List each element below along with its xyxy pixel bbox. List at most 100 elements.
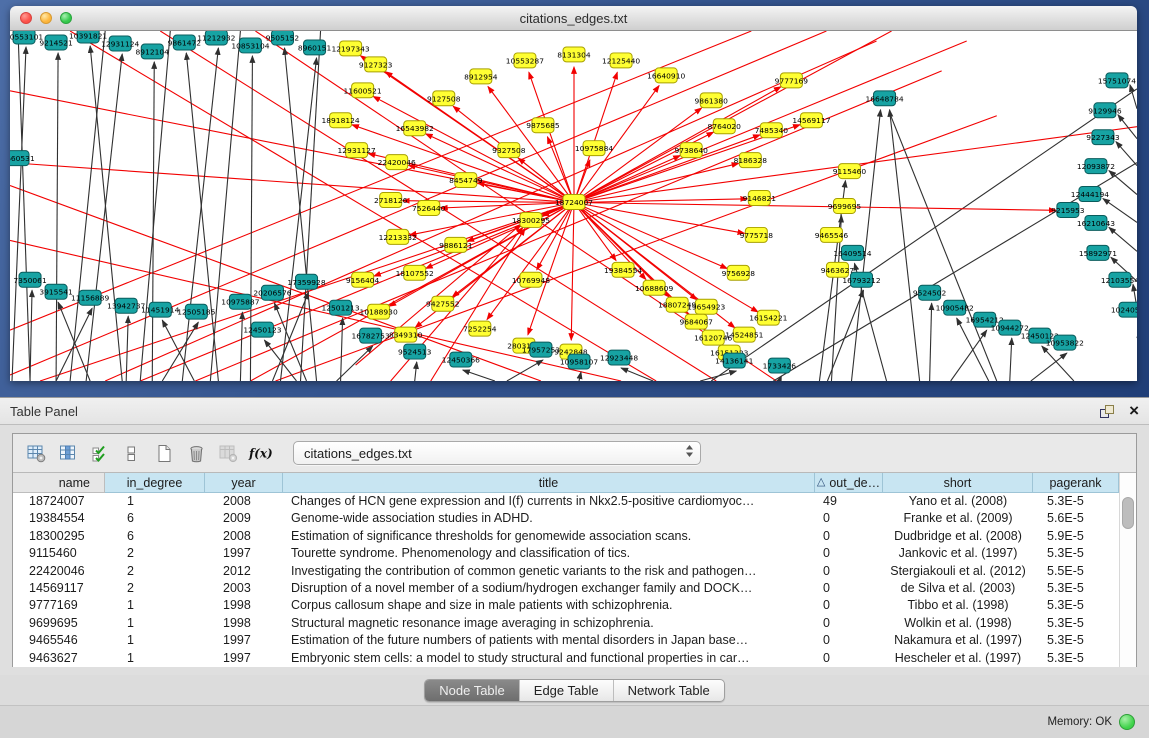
graph-node[interactable]: 10240532 (1111, 302, 1137, 317)
graph-node[interactable]: 16648784 (865, 91, 903, 106)
column-header-pagerank[interactable]: pagerank (1033, 473, 1119, 493)
delete-column-button[interactable] (183, 440, 209, 466)
graph-node[interactable]: 8912104 (136, 44, 170, 59)
graph-node[interactable]: 7350061 (13, 272, 47, 287)
column-header-in_degree[interactable]: in_degree (105, 473, 205, 493)
table-row[interactable]: 911546021997Tourette syndrome. Phenomeno… (13, 545, 1119, 562)
graph-node[interactable]: 8349310 (389, 327, 423, 342)
network-graph[interactable]: 1872400791468218186328748534098613801664… (10, 31, 1137, 381)
graph-node[interactable]: 2718126 (374, 193, 408, 208)
graph-node[interactable]: 9227343 (1086, 130, 1120, 145)
table-source-select[interactable]: citations_edges.txt (293, 441, 701, 465)
graph-node[interactable]: 12125440 (602, 53, 640, 68)
graph-node[interactable]: 9127323 (359, 57, 393, 72)
column-header-title[interactable]: title (283, 473, 815, 493)
graph-node[interactable]: 16640910 (647, 68, 685, 83)
graph-node[interactable]: 8454749 (449, 173, 483, 188)
graph-node[interactable]: 9756928 (722, 265, 756, 280)
graph-node[interactable]: 11212932 (197, 31, 235, 45)
graph-node[interactable]: 9524502 (913, 285, 947, 300)
graph-node[interactable]: 8131304 (557, 47, 591, 62)
graph-node[interactable]: 10853104 (231, 38, 269, 53)
graph-node[interactable]: 10975884 (575, 141, 613, 156)
graph-node[interactable]: 9699695 (828, 199, 862, 214)
graph-node[interactable]: 11600521 (344, 83, 382, 98)
window-titlebar[interactable]: citations_edges.txt (10, 6, 1137, 31)
graph-node[interactable]: 9861380 (695, 93, 729, 108)
table-row[interactable]: 1938455462009Genome-wide association stu… (13, 510, 1119, 527)
table-row[interactable]: 946362711997Embryonic stem cells: a mode… (13, 650, 1119, 667)
clear-selection-button[interactable] (119, 440, 145, 466)
column-header-out_de[interactable]: △out_de… (815, 473, 883, 493)
graph-node[interactable]: 12197343 (332, 41, 370, 56)
tab-network-table[interactable]: Network Table (614, 680, 724, 701)
table-row[interactable]: 1456911722003Disruption of a novel membe… (13, 580, 1119, 597)
graph-node[interactable]: 13942737 (107, 298, 145, 313)
graph-node[interactable]: 9214521 (39, 35, 73, 50)
close-panel-icon[interactable]: × (1129, 404, 1139, 418)
graph-node[interactable]: 3915541 (39, 284, 73, 299)
graph-node[interactable]: 12450123 (243, 322, 281, 337)
svg-text:9875685: 9875685 (526, 121, 560, 130)
graph-node[interactable]: 9215953 (1051, 203, 1085, 218)
graph-node[interactable]: 9129946 (1088, 103, 1122, 118)
column-header-short[interactable]: short (883, 473, 1033, 493)
graph-node[interactable]: 7252254 (463, 321, 497, 336)
graph-node[interactable]: 10553287 (506, 53, 544, 68)
function-builder-button[interactable]: f(x) (247, 440, 273, 466)
table-row[interactable]: 1830029562008Estimation of significance … (13, 528, 1119, 545)
graph-node[interactable]: 8912954 (464, 69, 498, 84)
table-row[interactable]: 2242004622012Investigating the contribut… (13, 563, 1119, 580)
graph-node[interactable]: 16154221 (749, 310, 787, 325)
minimize-window-button[interactable] (40, 12, 52, 24)
network-canvas[interactable]: 1872400791468218186328748534098613801664… (10, 31, 1137, 381)
graph-node[interactable]: 12103554 (1101, 272, 1137, 287)
graph-node[interactable]: 12505185 (177, 304, 215, 319)
graph-node[interactable]: 9427552 (426, 296, 460, 311)
graph-node[interactable]: 7526440 (412, 201, 446, 216)
table-scrollbar[interactable] (1119, 473, 1136, 667)
zoom-window-button[interactable] (60, 12, 72, 24)
tab-node-table[interactable]: Node Table (425, 680, 520, 701)
graph-node[interactable]: 9524513 (398, 344, 432, 359)
table-settings-button[interactable] (23, 440, 49, 466)
delete-table-button[interactable] (215, 440, 241, 466)
graph-node[interactable]: 10553101 (10, 31, 43, 44)
table-row[interactable]: 969969511998Structural magnetic resonanc… (13, 615, 1119, 632)
table-row[interactable]: 977716911998Corpus callosum shape and si… (13, 597, 1119, 614)
graph-node[interactable]: 9775718 (740, 227, 774, 242)
graph-node[interactable]: 10769948 (512, 272, 550, 287)
column-header-year[interactable]: year (205, 473, 283, 493)
show-columns-button[interactable] (55, 440, 81, 466)
graph-node[interactable]: 12931127 (338, 143, 376, 158)
table-cell: 5.3E-5 (1033, 597, 1119, 614)
graph-node[interactable]: 12923448 (600, 350, 638, 365)
close-window-button[interactable] (20, 12, 32, 24)
create-column-button[interactable] (151, 440, 177, 466)
float-panel-icon[interactable] (1099, 404, 1115, 419)
graph-node[interactable]: 9327508 (492, 143, 526, 158)
graph-node[interactable]: 9777169 (775, 73, 809, 88)
graph-node[interactable]: 2660531 (10, 151, 35, 166)
table-cell: 1 (105, 615, 205, 632)
graph-node[interactable]: 16543982 (396, 121, 434, 136)
table-row[interactable]: 946554611997Estimation of the future num… (13, 632, 1119, 649)
select-all-button[interactable] (87, 440, 113, 466)
svg-text:8349310: 8349310 (389, 331, 423, 340)
graph-node[interactable]: 8960151 (298, 40, 332, 55)
scrollbar-thumb[interactable] (1122, 497, 1134, 529)
graph-node[interactable]: 9465546 (815, 227, 849, 242)
table-cell: 0 (815, 650, 883, 667)
column-header-name[interactable]: name (13, 473, 105, 493)
graph-node[interactable]: 9684067 (680, 314, 714, 329)
graph-node[interactable]: 9505152 (266, 31, 300, 45)
graph-node[interactable]: 9861472 (168, 35, 202, 50)
graph-node[interactable]: 12213332 (379, 229, 417, 244)
table-cell: 6 (105, 528, 205, 545)
svg-text:9127323: 9127323 (359, 60, 393, 69)
graph-node[interactable]: 10905482 (936, 300, 974, 315)
table-row[interactable]: 1872400712008Changes of HCN gene express… (13, 493, 1119, 510)
tab-edge-table[interactable]: Edge Table (520, 680, 614, 701)
graph-node[interactable]: 9146821 (743, 191, 777, 206)
graph-node[interactable]: 8764020 (708, 119, 742, 134)
